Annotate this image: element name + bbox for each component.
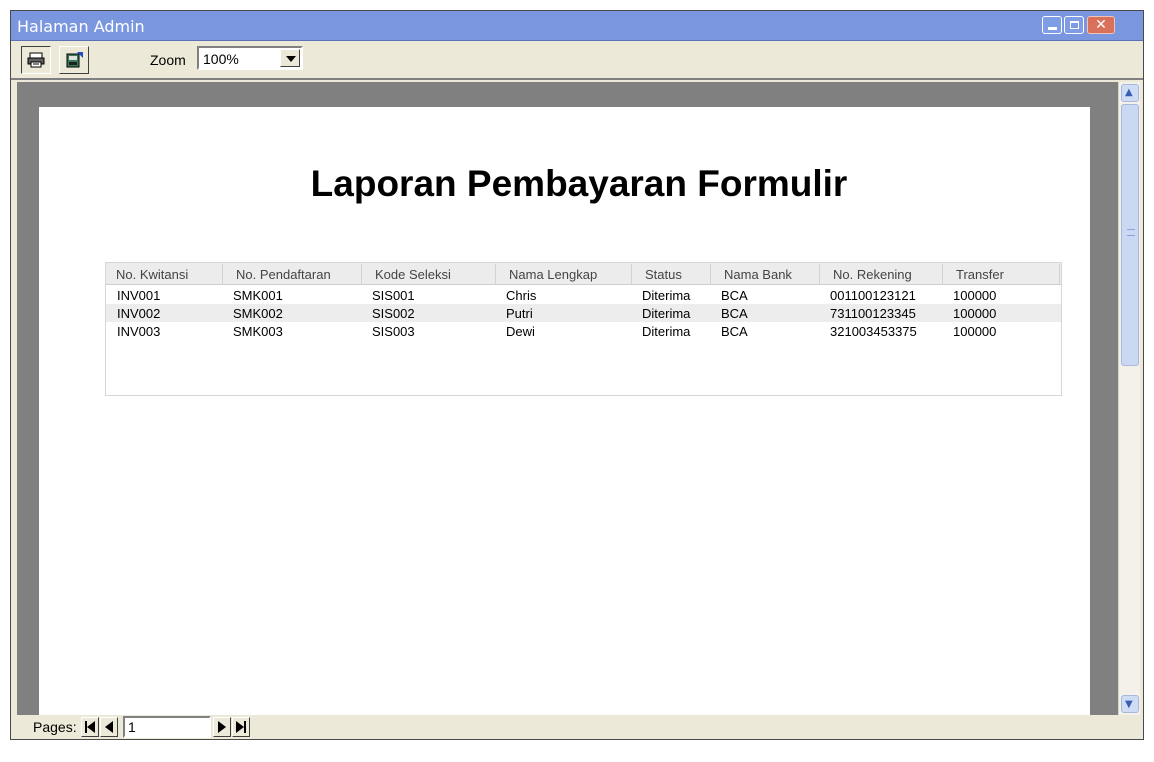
report-viewer-window: Halaman Admin ✕ Zoom 100% Laporan Pembay…: [10, 10, 1144, 740]
zoom-value: 100%: [203, 51, 239, 67]
previous-page-button[interactable]: [100, 717, 118, 737]
close-button[interactable]: ✕: [1087, 16, 1115, 34]
column-divider: [495, 264, 496, 284]
column-header: Transfer: [956, 267, 1004, 282]
minimize-button[interactable]: [1042, 16, 1062, 34]
scroll-up-button[interactable]: ▲: [1121, 84, 1139, 102]
export-button[interactable]: [59, 46, 89, 74]
pages-label: Pages:: [33, 719, 77, 735]
cell-kwitansi: INV001: [117, 288, 161, 303]
last-page-icon: [236, 721, 246, 733]
next-page-icon: [218, 721, 226, 733]
column-header: Kode Seleksi: [375, 267, 451, 282]
column-header: Nama Lengkap: [509, 267, 598, 282]
print-button[interactable]: [21, 46, 51, 74]
column-header: No. Rekening: [833, 267, 912, 282]
cell-kode-seleksi: SIS003: [372, 324, 415, 339]
last-page-button[interactable]: [232, 717, 250, 737]
column-divider: [819, 264, 820, 284]
page-navigation-bar: Pages: 1: [11, 715, 1143, 739]
cell-pendaftaran: SMK003: [233, 324, 283, 339]
minimize-icon: [1048, 27, 1057, 30]
next-page-button[interactable]: [213, 717, 231, 737]
cell-pendaftaran: SMK002: [233, 306, 283, 321]
column-divider: [710, 264, 711, 284]
scroll-thumb[interactable]: [1121, 104, 1139, 366]
title-bar[interactable]: Halaman Admin ✕: [11, 11, 1143, 41]
cell-bank: BCA: [721, 324, 748, 339]
zoom-label: Zoom: [150, 52, 186, 68]
report-title: Laporan Pembayaran Formulir: [310, 163, 848, 204]
column-divider: [361, 264, 362, 284]
chevron-up-icon: ▲: [1125, 87, 1133, 98]
table-row: INV003 SMK003 SIS003 Dewi Diterima BCA 3…: [106, 322, 1061, 340]
cell-transfer: 100000: [953, 288, 997, 303]
column-header: No. Pendaftaran: [236, 267, 331, 282]
vertical-scrollbar[interactable]: ▲ ▼: [1118, 82, 1140, 715]
cell-nama: Dewi: [506, 324, 535, 339]
maximize-icon: [1070, 21, 1079, 29]
zoom-select[interactable]: 100%: [197, 46, 303, 70]
column-header: No. Kwitansi: [116, 267, 189, 282]
close-icon: ✕: [1095, 17, 1107, 33]
table-row: INV001 SMK001 SIS001 Chris Diterima BCA …: [106, 286, 1061, 304]
column-divider: [1059, 264, 1060, 284]
column-header: Status: [645, 267, 682, 282]
cell-kode-seleksi: SIS001: [372, 288, 415, 303]
cell-pendaftaran: SMK001: [233, 288, 283, 303]
report-page: Laporan Pembayaran Formulir No. Kwitansi…: [39, 107, 1090, 715]
page-number-input[interactable]: 1: [123, 716, 211, 738]
cell-transfer: 100000: [953, 306, 997, 321]
previous-page-icon: [105, 721, 113, 733]
column-divider: [222, 264, 223, 284]
first-page-button[interactable]: [81, 717, 99, 737]
cell-nama: Chris: [506, 288, 537, 303]
first-page-icon: [85, 721, 95, 733]
column-divider: [631, 264, 632, 284]
table-row: INV002 SMK002 SIS002 Putri Diterima BCA …: [106, 304, 1061, 322]
window-title: Halaman Admin: [17, 17, 145, 36]
chevron-down-icon: [286, 56, 296, 62]
cell-kwitansi: INV002: [117, 306, 161, 321]
column-header: Nama Bank: [724, 267, 792, 282]
cell-status: Diterima: [642, 306, 691, 321]
toolbar: Zoom 100%: [11, 42, 1143, 80]
cell-nama: Putri: [506, 306, 533, 321]
export-icon: [66, 52, 83, 68]
maximize-button[interactable]: [1064, 16, 1084, 34]
cell-bank: BCA: [721, 288, 748, 303]
report-preview-area: Laporan Pembayaran Formulir No. Kwitansi…: [17, 82, 1118, 715]
cell-bank: BCA: [721, 306, 748, 321]
chevron-down-icon: ▼: [1125, 699, 1133, 710]
scroll-down-button[interactable]: ▼: [1121, 695, 1139, 713]
cell-kwitansi: INV003: [117, 324, 161, 339]
cell-rekening: 321003453375: [830, 324, 917, 339]
cell-rekening: 731100123345: [830, 306, 916, 321]
cell-kode-seleksi: SIS002: [372, 306, 415, 321]
payment-table: No. Kwitansi No. Pendaftaran Kode Seleks…: [105, 262, 1062, 396]
cell-transfer: 100000: [953, 324, 997, 339]
cell-status: Diterima: [642, 324, 691, 339]
print-icon: [27, 52, 45, 68]
column-divider: [942, 264, 943, 284]
cell-status: Diterima: [642, 288, 691, 303]
table-header: No. Kwitansi No. Pendaftaran Kode Seleks…: [106, 263, 1061, 285]
grip-icon: [1127, 229, 1135, 236]
zoom-dropdown-button[interactable]: [280, 49, 300, 67]
cell-rekening: 001100123121: [830, 288, 916, 303]
